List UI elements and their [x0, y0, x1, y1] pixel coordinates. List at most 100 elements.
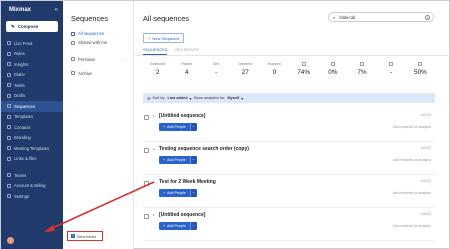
- sidebar-item-contacts[interactable]: Contacts: [1, 122, 63, 133]
- plus-icon: +: [148, 35, 151, 41]
- collapse-sidebar-icon[interactable]: «: [55, 7, 58, 13]
- stat-value: 27: [241, 69, 249, 76]
- row-checkbox[interactable]: [144, 214, 149, 219]
- sidebar-item-teams[interactable]: Teams: [1, 170, 63, 181]
- calendar-icon: [418, 62, 423, 66]
- folder-personal[interactable]: Personal ›: [63, 53, 133, 65]
- expand-caret-icon[interactable]: ▸: [153, 180, 155, 184]
- add-people-label: Add People: [167, 125, 186, 129]
- expand-caret-icon[interactable]: ▸: [153, 147, 155, 151]
- sequence-name[interactable]: Test for 2 Week Meeting: [159, 179, 216, 185]
- stat-sent: Sent -: [201, 62, 230, 76]
- recipients-note: Add recipients for analytics: [392, 191, 431, 195]
- folder-label: Shared with me: [78, 40, 108, 45]
- compose-button[interactable]: ✎ Compose: [6, 21, 58, 32]
- chevron-right-icon: ›: [125, 56, 127, 62]
- folder-all-sequences[interactable]: All sequences: [63, 29, 133, 38]
- avatar[interactable]: [7, 237, 14, 244]
- rules-icon: [7, 51, 11, 56]
- add-people-button[interactable]: + Add People: [159, 123, 190, 131]
- sidebar-item-label: Account & Billing: [14, 183, 46, 189]
- stat-replied: 7%: [347, 62, 376, 76]
- sidebar-item-label: Branding: [14, 135, 31, 141]
- tab-recipients[interactable]: RECIPIENTS: [175, 48, 199, 55]
- sequence-name[interactable]: Testing sequence search order (copy): [159, 146, 249, 152]
- more-options-button[interactable]: ···: [189, 189, 197, 197]
- sequence-date: 10/10/2: [420, 113, 431, 117]
- row-checkbox[interactable]: [144, 181, 149, 186]
- add-user-icon: +: [163, 191, 166, 195]
- sidebar-item-sequences[interactable]: Sequences: [1, 101, 63, 112]
- stat-bounced: Bounced 0: [260, 62, 289, 76]
- sidebar-item-rules[interactable]: Rules: [1, 49, 63, 60]
- add-people-button[interactable]: + Add People: [159, 156, 190, 164]
- meeting-templates-icon: [7, 146, 11, 151]
- recipients-note: Add recipients for analytics: [392, 224, 431, 228]
- sidebar-item-meeting-templates[interactable]: Meeting Templates: [1, 143, 63, 154]
- tab-sequences[interactable]: SEQUENCES: [143, 48, 168, 55]
- panel-title: Sequences: [71, 14, 108, 23]
- sidebar-item-templates[interactable]: Templates: [1, 112, 63, 123]
- stat-meetings: 50%: [406, 62, 435, 76]
- sequence-name[interactable]: [Untitled sequence]: [159, 113, 205, 119]
- sidebar-item-dialer[interactable]: Dialer: [1, 70, 63, 81]
- row-checkbox[interactable]: [144, 148, 149, 153]
- row-checkbox[interactable]: [144, 115, 149, 120]
- settings-icon: [7, 194, 11, 199]
- chevron-down-icon: ▾: [241, 96, 244, 101]
- sidebar-item-live-feed[interactable]: Live Feed: [1, 38, 63, 49]
- add-people-button[interactable]: + Add People: [159, 222, 190, 230]
- analytics-owner-dropdown[interactable]: Myself: [227, 96, 239, 100]
- recipients-note: Add recipients for analytics: [392, 158, 431, 162]
- more-options-button[interactable]: ···: [189, 156, 197, 164]
- eye-icon: [301, 62, 306, 66]
- sidebar-item-links-files[interactable]: Links & files: [1, 154, 63, 165]
- sidebar-item-label: Tasks: [14, 82, 25, 88]
- sequence-row[interactable]: ▸ [Untitled sequence] 10/10/2 + Add Peopl…: [143, 109, 435, 142]
- clear-search-icon[interactable]: ×: [425, 14, 430, 20]
- stats-row: Scheduled 2 Paused 4 Sent - Delivered 27 Bou…: [143, 62, 435, 76]
- sidebar-item-billing[interactable]: Account & Billing: [1, 181, 63, 192]
- more-options-button[interactable]: ···: [189, 222, 197, 230]
- sequence-row[interactable]: ▸ [Untitled sequence] 10/10/2 + Add Peopl…: [143, 208, 435, 241]
- more-options-button[interactable]: ···: [189, 123, 197, 131]
- sidebar-item-tasks[interactable]: Tasks: [1, 80, 63, 91]
- sort-dropdown[interactable]: Last added: [168, 96, 188, 100]
- sidebar: Mixmax « ✎ Compose Live Feed Rules Insig…: [1, 1, 63, 249]
- sequence-list: ▸ [Untitled sequence] 10/10/2 + Add Peopl…: [143, 109, 435, 241]
- add-user-icon: +: [163, 224, 166, 228]
- sequence-row[interactable]: ▸ Test for 2 Week Meeting 10/10/2 + Add P…: [143, 175, 435, 208]
- sequence-row[interactable]: ▸ Testing sequence search order (copy) 1…: [143, 142, 435, 175]
- sidebar-nav: Live Feed Rules Insights Dialer Tasks Dr…: [1, 38, 63, 202]
- expand-caret-icon[interactable]: ▸: [153, 114, 155, 118]
- stat-value: 0: [272, 69, 277, 76]
- add-people-button-group: + Add People ···: [159, 123, 197, 131]
- sidebar-item-insights[interactable]: Insights: [1, 59, 63, 70]
- stat-label: Sent: [212, 62, 220, 66]
- expand-caret-icon[interactable]: ▸: [153, 213, 155, 217]
- sidebar-item-label: Insights: [14, 61, 29, 67]
- sidebar-item-settings[interactable]: Settings: [1, 191, 63, 202]
- cursor-icon: [330, 62, 335, 66]
- list-icon: [71, 31, 75, 36]
- logo-text: Mixmax: [9, 7, 32, 13]
- recipients-note: Add recipients for analytics: [392, 125, 431, 129]
- add-people-button[interactable]: + Add People: [159, 189, 190, 197]
- sidebar-item-drafts[interactable]: Drafts: [1, 91, 63, 102]
- sequence-date: 10/10/2: [420, 212, 431, 216]
- new-sequence-button[interactable]: + New Sequence: [143, 33, 185, 43]
- new-folder-button[interactable]: + New folder: [67, 231, 103, 241]
- stat-label: [406, 62, 435, 69]
- folder-shared-with-me[interactable]: Shared with me: [63, 38, 133, 47]
- sidebar-item-label: Live Feed: [14, 40, 33, 46]
- sidebar-item-label: Meeting Templates: [14, 145, 50, 151]
- live-feed-icon: [7, 41, 11, 46]
- search-input[interactable]: ⌕ folder:all ×: [328, 12, 434, 22]
- folder-label: All sequences: [78, 31, 105, 36]
- stat-value: -: [214, 69, 218, 76]
- add-people-label: Add People: [167, 158, 186, 162]
- sequence-name[interactable]: [Untitled sequence]: [159, 212, 205, 218]
- sidebar-item-branding[interactable]: Branding: [1, 133, 63, 144]
- folder-archive[interactable]: Archive: [63, 67, 133, 79]
- shared-icon: [71, 40, 75, 45]
